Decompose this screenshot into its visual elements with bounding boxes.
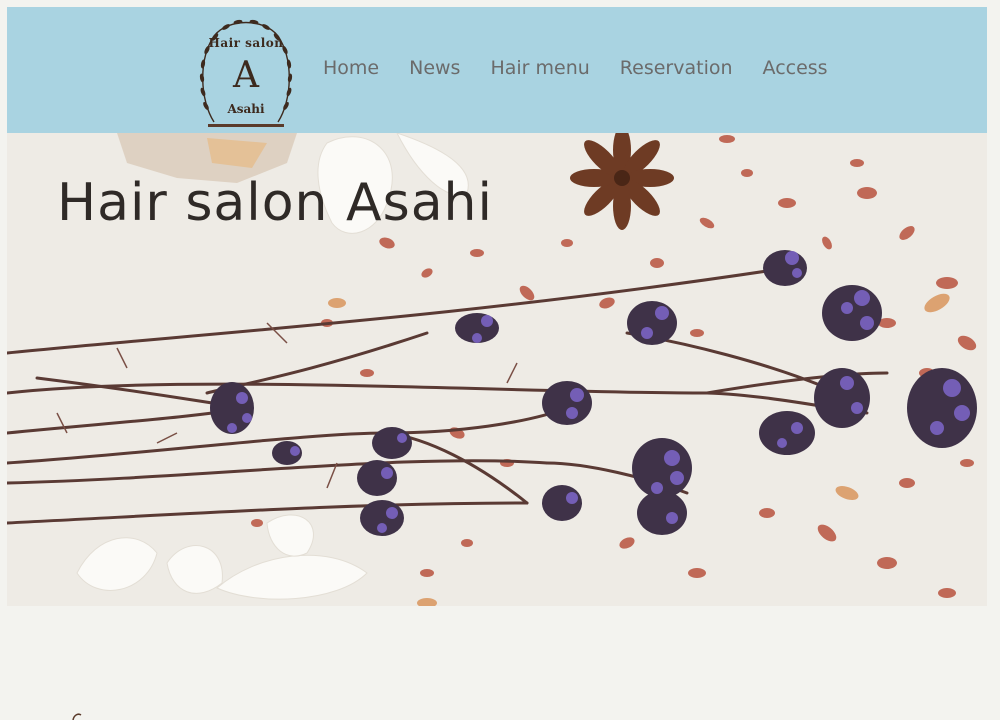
nav-item-reservation[interactable]: Reservation [620,57,733,79]
site-header: Hair salon A Asahi Home News Hair menu R… [7,7,987,133]
logo-letter: A [233,55,259,96]
nav-item-hair-menu[interactable]: Hair menu [490,57,589,79]
nav-item-news[interactable]: News [409,57,460,79]
partial-logo-icon [72,713,82,720]
hero-title: Hair salon Asahi [57,173,493,233]
hero-section: Hair salon Asahi [7,133,987,606]
site-logo[interactable]: Hair salon A Asahi [194,10,298,130]
top-strip [0,0,1000,7]
logo-top-text: Hair salon [208,36,284,50]
main-nav: Home News Hair menu Reservation Access [323,57,858,79]
nav-item-access[interactable]: Access [763,57,828,79]
page: Hair salon A Asahi Home News Hair menu R… [0,0,1000,720]
logo-bottom-text: Asahi [227,102,265,116]
nav-item-home[interactable]: Home [323,57,379,79]
